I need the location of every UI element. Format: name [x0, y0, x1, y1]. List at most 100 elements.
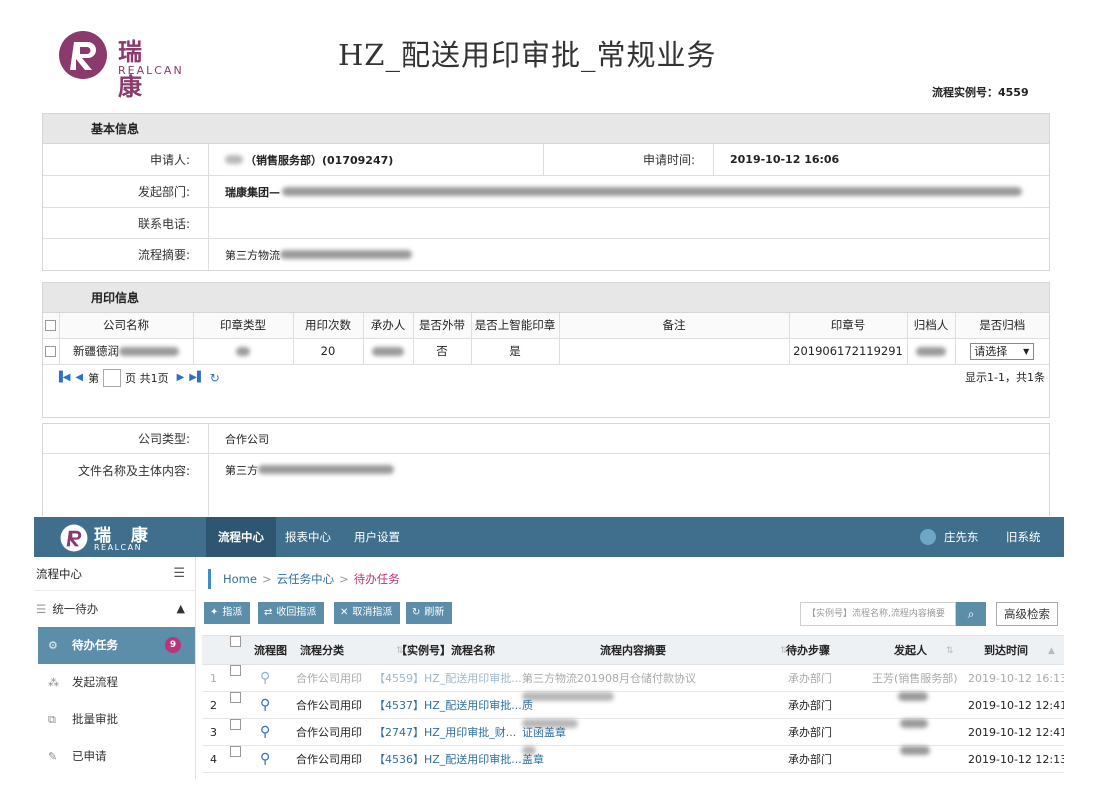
seal-type-cell: [193, 338, 294, 365]
sidebar-group-unified-todo[interactable]: ☰ 统一待办 ▲: [34, 591, 195, 627]
row-summary: 第三方物流201908月仓储付款协议: [522, 672, 696, 685]
row-checkbox[interactable]: [230, 692, 241, 703]
refresh-button[interactable]: ↻ 刷新: [406, 602, 453, 624]
instance-number-value: 4559: [998, 86, 1029, 99]
next-page-icon[interactable]: ▶: [177, 372, 185, 383]
col-flowchart[interactable]: 流程图: [254, 636, 287, 666]
company-type-value: 合作公司: [225, 432, 269, 446]
search-icon: ⌕: [967, 607, 975, 621]
summary-label: 流程摘要:: [43, 239, 209, 270]
redacted-name: [225, 155, 243, 164]
extra-info-section: 公司类型: 合作公司 文件名称及主体内容: 第三方: [42, 423, 1050, 516]
row-process-name[interactable]: 【4537】HZ_配送用印审批...: [374, 692, 522, 719]
row-process-name[interactable]: 【4559】HZ_配送用印审批...: [374, 665, 522, 692]
sidebar-group-label: 统一待办: [52, 602, 99, 616]
table-row[interactable]: 4 ⚲ 合作公司用印 【4536】HZ_配送用印审批... 盖章 承办部门 20…: [202, 746, 1064, 773]
flowchart-icon[interactable]: ⚲: [260, 746, 270, 773]
search-button[interactable]: ⌕: [956, 602, 986, 626]
app-logo[interactable]: 瑞 康 REALCAN: [34, 517, 206, 557]
archiver-cell: [907, 338, 956, 365]
assign-button-label: 指派: [222, 607, 243, 618]
sidebar-item-batch-approve[interactable]: ⧉ 批量审批: [34, 701, 195, 738]
sidebar-title: 流程中心: [36, 567, 82, 581]
col-arrival-time[interactable]: 到达时间: [984, 636, 1028, 666]
col-seal-type: 印章类型: [193, 313, 294, 339]
top-nav-bar: 瑞 康 REALCAN 流程中心 报表中心 用户设置 庄先东 旧系统: [34, 517, 1064, 557]
redacted-company: [119, 347, 179, 356]
user-avatar-icon[interactable]: [920, 529, 936, 545]
row-process-name[interactable]: 【2747】HZ_用印审批_财...: [374, 719, 516, 746]
prev-page-icon[interactable]: ◀: [75, 372, 83, 383]
page-number-input[interactable]: [103, 368, 122, 387]
breadcrumb-home[interactable]: Home: [223, 572, 257, 586]
row-number: 4: [210, 753, 217, 766]
archive-select[interactable]: 请选择: [970, 342, 1035, 360]
select-all-checkbox[interactable]: [45, 320, 57, 332]
row-checkbox[interactable]: [230, 719, 241, 730]
sidebar-item-applied[interactable]: ✎ 已申请: [34, 738, 195, 775]
flowchart-icon[interactable]: ⚲: [260, 665, 270, 692]
row-number: 2: [210, 699, 217, 712]
row-arrival-time: 2019-10-12 12:41: [968, 726, 1064, 739]
table-row[interactable]: 1 ⚲ 合作公司用印 【4559】HZ_配送用印审批... 第三方物流20190…: [202, 665, 1064, 692]
nav-user-settings[interactable]: 用户设置: [354, 517, 400, 557]
remark-cell: [559, 338, 790, 365]
instance-number: 流程实例号：4559: [932, 84, 1029, 100]
handler-cell: [363, 338, 414, 365]
company-type-label: 公司类型:: [43, 424, 209, 453]
seal-table-pager: ▐◀ ◀ 第 页 共1页 ▶ ▶▌ ↻ 显示1-1，共1条: [43, 365, 1049, 391]
row-checkbox[interactable]: [230, 665, 241, 676]
select-all-checkbox[interactable]: [230, 636, 241, 647]
cancel-assign-button[interactable]: ✕ 取消指派: [334, 602, 401, 624]
refresh-icon[interactable]: ↻: [210, 371, 220, 385]
recall-button-label: 收回指派: [276, 607, 317, 618]
cancel-button-label: 取消指派: [352, 607, 393, 618]
nav-report-center[interactable]: 报表中心: [285, 517, 331, 557]
advanced-search-button[interactable]: 高级检索: [996, 602, 1058, 626]
col-carry-out: 是否外带: [413, 313, 472, 339]
summary-value-cell: 第三方物流: [209, 239, 1049, 270]
applicant-row: 申请人: （销售服务部）(01709247) 申请时间: 2019-10-12 …: [43, 144, 1049, 176]
row-process-name[interactable]: 【4536】HZ_配送用印审批...: [374, 746, 522, 773]
page-suffix: 页 共1页: [125, 371, 169, 385]
sidebar-item-start-process[interactable]: ⁂ 发起流程: [34, 664, 195, 701]
table-row[interactable]: 3 ⚲ 合作公司用印 【2747】HZ_用印审批_财... 证函盖章 承办部门 …: [202, 719, 1064, 746]
redacted-initiator: [900, 746, 930, 755]
current-user[interactable]: 庄先东: [944, 517, 979, 557]
col-summary[interactable]: 流程内容摘要: [600, 636, 666, 666]
applicant-label: 申请人:: [43, 144, 209, 175]
redacted-file: [258, 465, 394, 474]
col-todo-step[interactable]: 待办步骤: [786, 636, 830, 666]
row-todo-step: 承办部门: [788, 699, 832, 712]
menu-toggle-icon[interactable]: ☰: [173, 557, 185, 591]
sort-asc-icon[interactable]: ▲: [1048, 636, 1055, 666]
row-summary: 质: [522, 699, 533, 712]
select-all-checkbox-cell[interactable]: [43, 313, 60, 339]
row-arrival-time: 2019-10-12 12:13: [968, 753, 1064, 766]
flowchart-icon[interactable]: ⚲: [260, 719, 270, 746]
seal-table-header: 公司名称 印章类型 用印次数 承办人 是否外带 是否上智能印章 备注 印章号 归…: [43, 313, 1049, 339]
recall-assign-button[interactable]: ⇄ 收回指派: [258, 602, 325, 624]
old-system-link[interactable]: 旧系统: [1006, 517, 1041, 557]
last-page-icon[interactable]: ▶▌: [189, 372, 204, 383]
row-checkbox-cell[interactable]: [43, 338, 60, 365]
file-value-cell: 第三方: [209, 454, 1049, 478]
assign-button[interactable]: ✦ 指派: [204, 602, 251, 624]
row-checkbox[interactable]: [45, 346, 57, 357]
sidebar-item-label: 批量审批: [72, 712, 118, 726]
company-logo: 瑞 康 REALCAN: [58, 28, 198, 101]
flowchart-icon[interactable]: ⚲: [260, 692, 270, 719]
col-initiator[interactable]: 发起人: [894, 636, 927, 666]
table-row[interactable]: 2 ⚲ 合作公司用印 【4537】HZ_配送用印审批... 质 承办部门 201…: [202, 692, 1064, 719]
toolbar: ✦ 指派 ⇄ 收回指派 ✕ 取消指派 ↻ 刷新 【实例号】流程名称,流程内容摘要 ⌕ 高…: [202, 602, 1064, 628]
first-page-icon[interactable]: ▐◀: [55, 372, 70, 383]
row-arrival-time: 2019-10-12 16:13: [968, 672, 1064, 685]
carry-out-cell: 否: [413, 338, 472, 365]
sort-icon[interactable]: ⇅: [946, 636, 954, 666]
seal-table: 公司名称 印章类型 用印次数 承办人 是否外带 是否上智能印章 备注 印章号 归…: [43, 313, 1049, 365]
search-input[interactable]: 【实例号】流程名称,流程内容摘要: [800, 602, 956, 626]
sidebar-item-todo-tasks[interactable]: ⚙ 待办任务 9: [38, 627, 195, 664]
nav-process-center[interactable]: 流程中心: [206, 517, 276, 557]
row-checkbox[interactable]: [230, 746, 241, 757]
breadcrumb-task-center[interactable]: 云任务中心: [277, 572, 335, 586]
